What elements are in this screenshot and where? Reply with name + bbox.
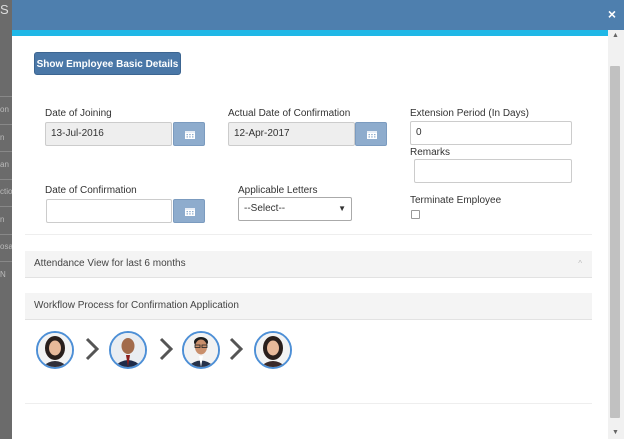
scroll-up-arrow-icon[interactable]: ▲ <box>612 32 619 39</box>
date-of-confirmation-field[interactable] <box>46 199 172 223</box>
background-text-fragment: n <box>0 133 5 142</box>
chevron-up-icon[interactable]: ^ <box>578 251 582 277</box>
section-divider <box>25 234 592 235</box>
actual-date-of-confirmation-field[interactable]: 12-Apr-2017 <box>228 122 355 146</box>
avatar-woman-icon <box>256 333 290 367</box>
workflow-panel-title: Workflow Process for Confirmation Applic… <box>34 300 239 311</box>
close-button[interactable]: × <box>608 7 616 21</box>
actual-date-calendar-button[interactable] <box>355 122 387 146</box>
date-of-joining-field[interactable]: 13-Jul-2016 <box>45 122 172 146</box>
dropdown-caret-icon: ▼ <box>338 204 346 213</box>
applicable-letters-label: Applicable Letters <box>238 185 318 196</box>
background-text-fragment: on <box>0 105 9 114</box>
modal-body: Show Employee Basic Details Date of Join… <box>12 36 608 439</box>
background-text-fragment: osa <box>0 242 13 251</box>
remarks-label: Remarks <box>410 147 451 158</box>
calendar-icon <box>185 208 195 216</box>
avatar-man-glasses-icon <box>184 333 218 367</box>
calendar-icon <box>185 131 195 139</box>
chevron-right-icon <box>229 337 243 361</box>
modal-header: × <box>12 0 624 30</box>
applicable-letters-selected: --Select-- <box>244 203 286 214</box>
background-text-fragment: an <box>0 160 9 169</box>
date-of-joining-calendar-button[interactable] <box>173 122 205 146</box>
extension-period-input[interactable]: 0 <box>410 121 572 145</box>
scroll-down-arrow-icon[interactable]: ▼ <box>612 429 619 436</box>
scrollbar-thumb[interactable] <box>610 66 620 418</box>
chevron-right-icon <box>159 337 173 361</box>
background-page: S on n an ctio n osa N <box>0 0 13 439</box>
avatar-woman-icon <box>38 333 72 367</box>
approver-avatar-2[interactable] <box>109 331 147 369</box>
workflow-panel-header: Workflow Process for Confirmation Applic… <box>25 293 592 320</box>
terminate-employee-checkbox[interactable] <box>411 210 420 219</box>
approver-avatar-1[interactable] <box>36 331 74 369</box>
approver-avatar-3[interactable] <box>182 331 220 369</box>
remarks-input[interactable] <box>414 159 572 183</box>
applicable-letters-select[interactable]: --Select-- ▼ <box>238 197 352 221</box>
avatar-man-bald-icon <box>111 333 145 367</box>
section-divider <box>25 403 592 404</box>
date-of-joining-label: Date of Joining <box>45 108 112 119</box>
date-of-confirmation-calendar-button[interactable] <box>173 199 205 223</box>
background-text-fragment: ctio <box>0 187 13 196</box>
calendar-icon <box>367 131 377 139</box>
approver-avatar-4[interactable] <box>254 331 292 369</box>
background-title-fragment: S <box>0 2 9 17</box>
attendance-panel-title: Attendance View for last 6 months <box>34 258 186 269</box>
modal-scrollbar[interactable]: ▲ ▼ <box>608 30 624 439</box>
background-text-fragment: N <box>0 270 6 279</box>
actual-date-of-confirmation-label: Actual Date of Confirmation <box>228 108 351 119</box>
show-employee-details-button[interactable]: Show Employee Basic Details <box>34 52 181 75</box>
date-of-confirmation-label: Date of Confirmation <box>45 185 137 196</box>
background-text-fragment: n <box>0 215 5 224</box>
attendance-panel-header[interactable]: Attendance View for last 6 months ^ <box>25 251 592 278</box>
terminate-employee-label: Terminate Employee <box>410 195 502 206</box>
extension-period-label: Extension Period (In Days) <box>410 108 529 119</box>
chevron-right-icon <box>85 337 99 361</box>
